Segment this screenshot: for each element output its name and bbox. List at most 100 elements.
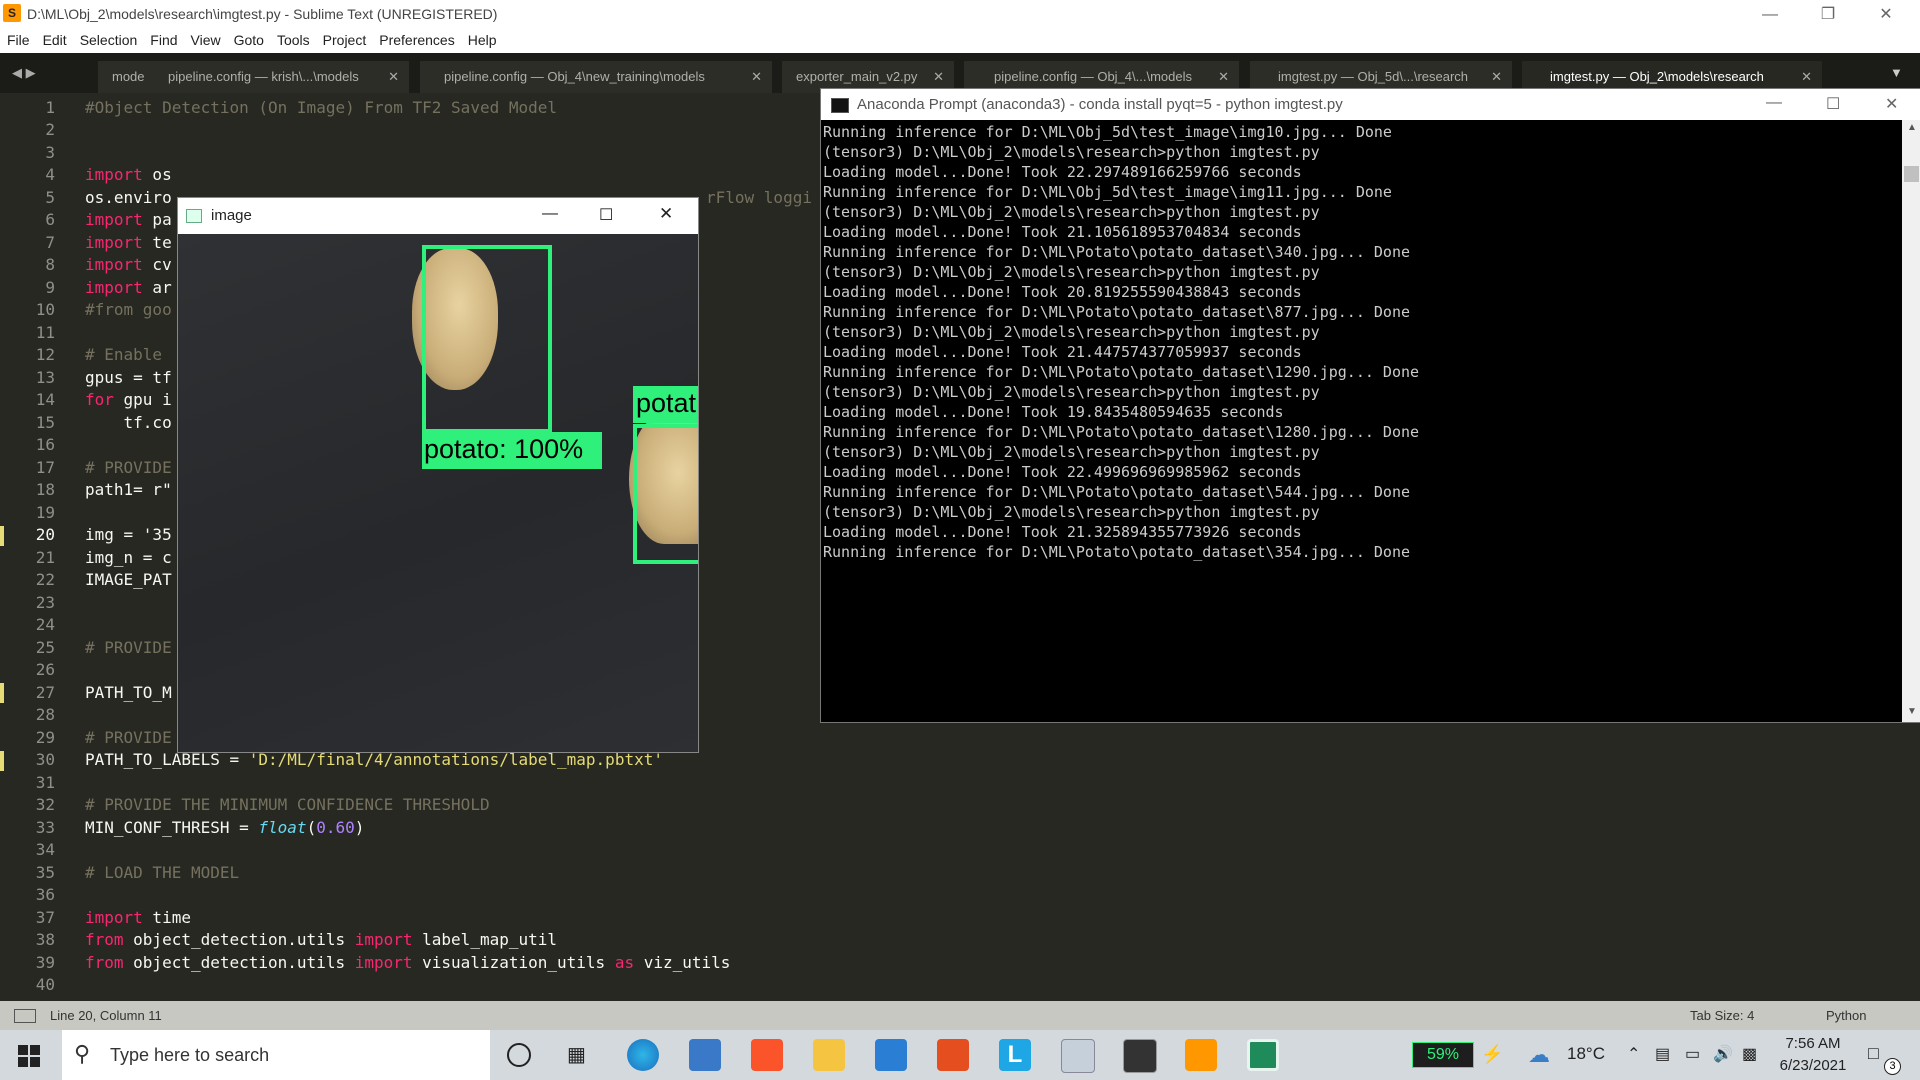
line-number: 13 — [35, 368, 55, 387]
cursor-position[interactable]: Line 20, Column 11 — [50, 1008, 162, 1023]
temperature[interactable]: 18°C — [1567, 1044, 1605, 1064]
line-number: 40 — [35, 975, 55, 994]
code-line-25: # PROVIDE — [85, 638, 172, 657]
terminal-line: Loading model...Done! Took 21.4475743770… — [823, 343, 1302, 361]
edge-browser-icon[interactable] — [627, 1039, 659, 1071]
code-line-14: for gpu i — [85, 390, 172, 409]
weather-icon[interactable]: ☁ — [1528, 1042, 1550, 1068]
image-title-bar[interactable]: image — ☐ ✕ — [178, 198, 698, 234]
battery-indicator[interactable]: 59% — [1412, 1042, 1474, 1068]
tab-size[interactable]: Tab Size: 4 — [1690, 1008, 1754, 1023]
anaconda-prompt-window[interactable]: Anaconda Prompt (anaconda3) - conda inst… — [820, 88, 1920, 723]
menu-find[interactable]: Find — [143, 29, 183, 53]
maximize-button[interactable]: ☐ — [599, 205, 613, 225]
code-line-22: IMAGE_PAT — [85, 570, 172, 589]
code-line-18: path1= r" — [85, 480, 172, 499]
network-icon[interactable]: ▤ — [1655, 1044, 1670, 1064]
tab-nav-arrows[interactable]: ◀ ▶ — [12, 65, 36, 81]
minimize-button[interactable]: — — [1766, 94, 1782, 112]
image-viewer-window[interactable]: image — ☐ ✕ potato: 100% potat — [177, 197, 699, 753]
line-number: 36 — [35, 885, 55, 904]
close-button[interactable]: ✕ — [659, 204, 673, 224]
menu-project[interactable]: Project — [316, 29, 373, 53]
terminal-taskbar-icon[interactable] — [1123, 1039, 1157, 1073]
image-window-title: image — [211, 207, 252, 224]
maximize-button[interactable]: ☐ — [1826, 94, 1840, 114]
tab-close-icon[interactable]: ✕ — [751, 61, 762, 93]
menu-preferences[interactable]: Preferences — [372, 29, 460, 53]
menu-help[interactable]: Help — [461, 29, 503, 53]
tab-pipeline-krish[interactable]: pipeline.config — krish\...\models ✕ — [154, 61, 409, 93]
start-button[interactable] — [18, 1045, 40, 1067]
clock-date[interactable]: 6/23/2021 — [1773, 1057, 1853, 1074]
detection-box — [422, 245, 552, 433]
clock-time[interactable]: 7:56 AM — [1778, 1035, 1848, 1052]
line-number: 33 — [35, 818, 55, 837]
code-line-17: # PROVIDE — [85, 458, 172, 477]
cortana-icon[interactable] — [507, 1043, 531, 1067]
maximize-button[interactable]: ❐ — [1799, 0, 1857, 29]
code-line-33: MIN_CONF_THRESH = float(0.60) — [85, 818, 365, 837]
line-number: 14 — [35, 390, 55, 409]
line-number: 38 — [35, 930, 55, 949]
brave-browser-icon[interactable] — [751, 1039, 783, 1071]
menu-file[interactable]: File — [0, 29, 36, 53]
close-button[interactable]: ✕ — [1857, 0, 1915, 29]
code-line-9: import ar — [85, 278, 172, 297]
window-title: D:\ML\Obj_2\models\research\imgtest.py -… — [27, 6, 498, 22]
display-icon[interactable]: ▩ — [1742, 1044, 1757, 1064]
terminal-line: Running inference for D:\ML\Obj_5d\test_… — [823, 123, 1392, 141]
terminal-line: (tensor3) D:\ML\Obj_2\models\research>py… — [823, 323, 1320, 341]
tab-list-dropdown-icon[interactable]: ▼ — [1890, 65, 1903, 80]
close-button[interactable]: ✕ — [1885, 94, 1898, 114]
tab-close-icon[interactable]: ✕ — [388, 61, 399, 93]
sublime-taskbar-icon[interactable] — [1185, 1039, 1217, 1071]
code-line-1: #Object Detection (On Image) From TF2 Sa… — [85, 98, 558, 117]
menu-edit[interactable]: Edit — [36, 29, 73, 53]
file-explorer-icon[interactable] — [813, 1039, 845, 1071]
code-line-13: gpus = tf — [85, 368, 172, 387]
tab-mode[interactable]: mode — [98, 61, 154, 93]
line-number: 27 — [35, 683, 55, 702]
mail-icon[interactable] — [875, 1039, 907, 1071]
scroll-down-icon[interactable]: ▼ — [1907, 706, 1917, 717]
image-window-taskbar-icon[interactable] — [1247, 1039, 1279, 1071]
control-panel-icon[interactable] — [1061, 1039, 1095, 1073]
store-icon[interactable] — [689, 1039, 721, 1071]
scroll-up-icon[interactable]: ▲ — [1907, 122, 1917, 133]
line-number: 11 — [35, 323, 55, 342]
minimize-button[interactable]: — — [1741, 0, 1799, 29]
terminal-line: (tensor3) D:\ML\Obj_2\models\research>py… — [823, 143, 1320, 161]
menu-tools[interactable]: Tools — [270, 29, 316, 53]
line-number: 22 — [35, 570, 55, 589]
conda-title-bar[interactable]: Anaconda Prompt (anaconda3) - conda inst… — [821, 89, 1920, 120]
scrollbar-thumb[interactable] — [1904, 166, 1919, 182]
tab-pipeline-obj4[interactable]: pipeline.config — Obj_4\new_training\mod… — [420, 61, 772, 93]
l-app-icon[interactable]: L — [999, 1039, 1031, 1071]
panel-toggle-icon[interactable] — [14, 1009, 36, 1023]
line-number: 35 — [35, 863, 55, 882]
terminal-line: (tensor3) D:\ML\Obj_2\models\research>py… — [823, 263, 1320, 281]
windows-taskbar: ⚲ Type here to search ▦ L 59% ⚡ ☁ 18°C ⌃… — [0, 1030, 1920, 1080]
tray-chevron-icon[interactable]: ⌃ — [1627, 1044, 1640, 1064]
terminal-line: Loading model...Done! Took 19.8435480594… — [823, 403, 1284, 421]
sublime-title-bar: S D:\ML\Obj_2\models\research\imgtest.py… — [0, 0, 1920, 29]
menu-view[interactable]: View — [184, 29, 227, 53]
menu-selection[interactable]: Selection — [73, 29, 144, 53]
terminal-output[interactable]: Running inference for D:\ML\Obj_5d\test_… — [823, 122, 1898, 720]
minimize-button[interactable]: — — [542, 205, 558, 223]
notifications-icon[interactable]: □ — [1868, 1043, 1879, 1064]
battery-icon[interactable]: ▭ — [1685, 1044, 1700, 1064]
taskbar-search-box[interactable]: ⚲ Type here to search — [62, 1030, 490, 1080]
line-number: 9 — [45, 278, 55, 297]
terminal-line: Loading model...Done! Took 21.1056189537… — [823, 223, 1302, 241]
line-number: 32 — [35, 795, 55, 814]
volume-icon[interactable]: 🔊 — [1713, 1044, 1733, 1064]
task-view-icon[interactable]: ▦ — [567, 1042, 586, 1067]
office-icon[interactable] — [937, 1039, 969, 1071]
detection-label: potato: 100% — [422, 432, 602, 469]
terminal-scrollbar[interactable]: ▲ ▼ — [1902, 120, 1920, 722]
menu-goto[interactable]: Goto — [227, 29, 270, 53]
detection-box — [633, 424, 698, 564]
syntax-mode[interactable]: Python — [1826, 1008, 1866, 1023]
